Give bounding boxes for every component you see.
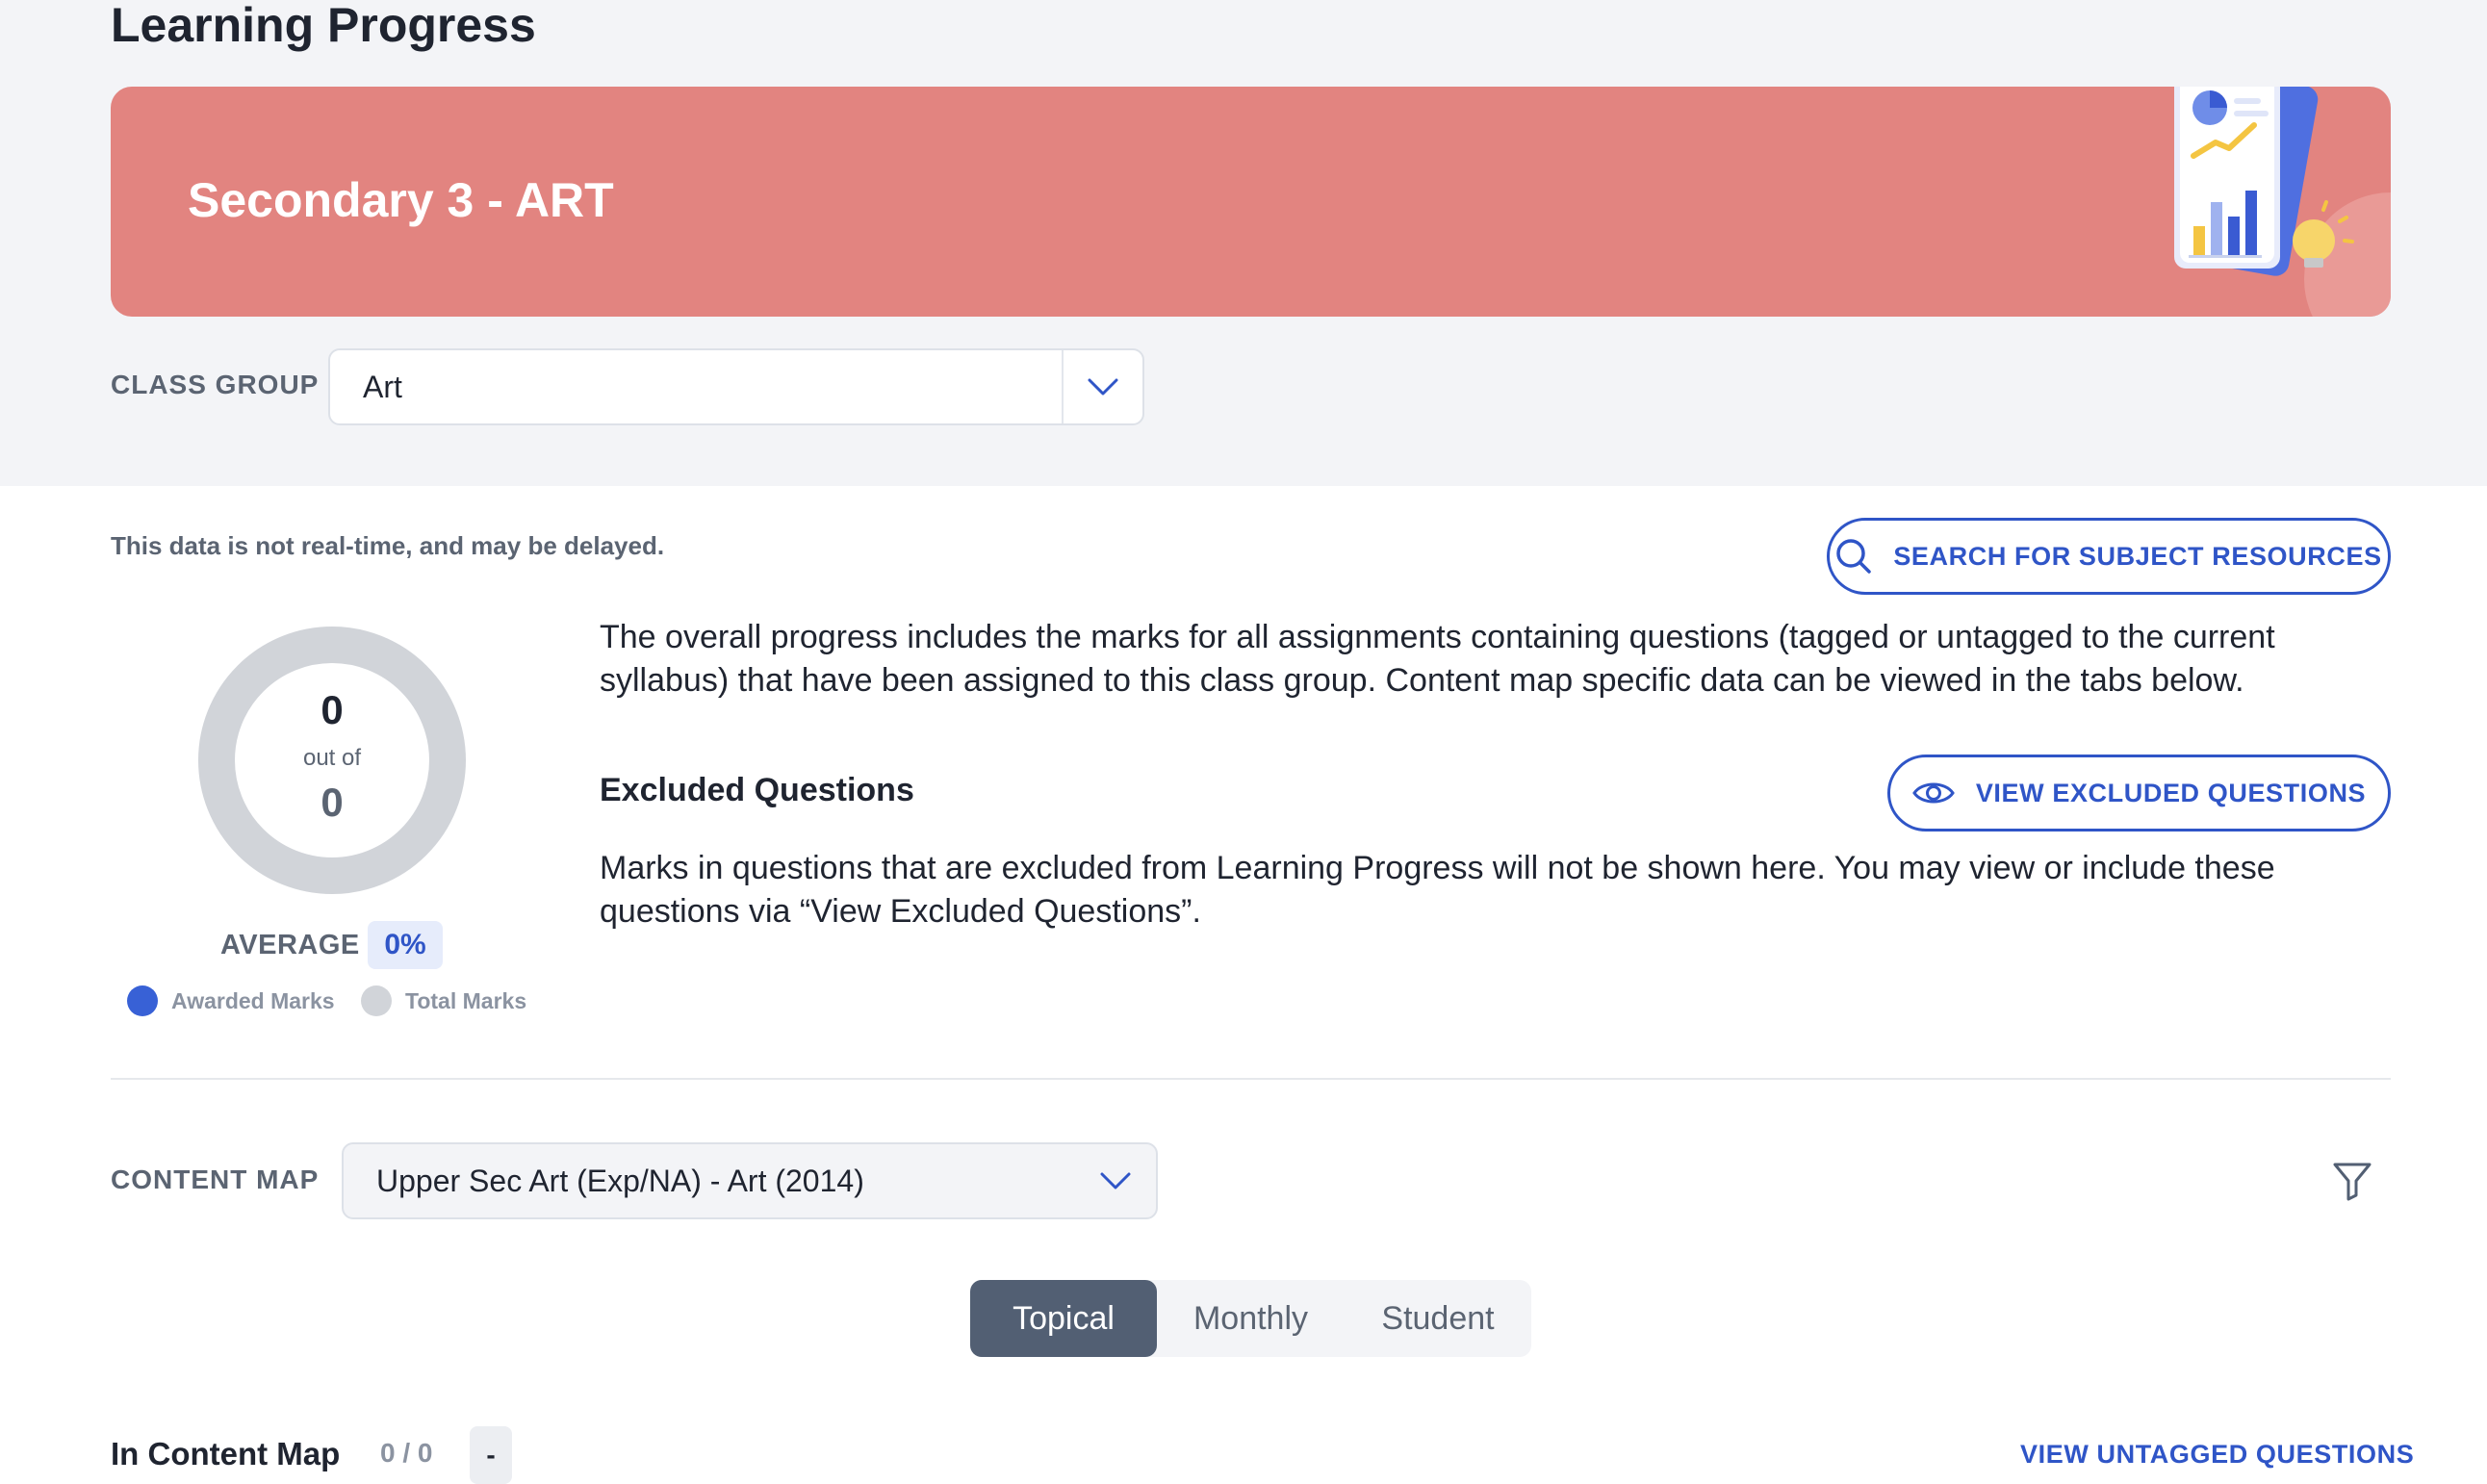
progress-donut: 0 out of 0	[197, 626, 467, 895]
page-title: Learning Progress	[111, 0, 536, 52]
excluded-questions-title: Excluded Questions	[600, 772, 914, 808]
chevron-down-icon[interactable]	[1075, 1144, 1156, 1217]
view-excluded-questions-button[interactable]: VIEW EXCLUDED QUESTIONS	[1887, 755, 2391, 832]
class-group-select[interactable]: Art	[328, 348, 1144, 425]
content-map-select[interactable]: Upper Sec Art (Exp/NA) - Art (2014)	[342, 1142, 1158, 1219]
awarded-marks-value: 0	[320, 687, 344, 732]
average-label: AVERAGE	[220, 930, 360, 960]
legend-awarded: Awarded Marks	[127, 985, 335, 1016]
overview-description: The overall progress includes the marks …	[600, 619, 2275, 699]
view-untagged-questions-link[interactable]: VIEW UNTAGGED QUESTIONS	[2020, 1440, 2414, 1470]
chevron-down-icon[interactable]	[1062, 350, 1142, 423]
total-marks-value: 0	[320, 780, 344, 825]
total-dot-icon	[361, 985, 392, 1016]
legend-total-label: Total Marks	[405, 987, 527, 1013]
banner-title: Secondary 3 - ART	[188, 173, 614, 227]
awarded-dot-icon	[127, 985, 158, 1016]
average-badge: 0%	[368, 921, 443, 969]
filter-icon[interactable]	[2331, 1160, 2373, 1202]
in-content-map-badge: -	[470, 1426, 512, 1484]
tab-topical[interactable]: Topical	[970, 1280, 1157, 1357]
view-tabs: Topical Monthly Student	[970, 1280, 1531, 1357]
search-subject-resources-button[interactable]: SEARCH FOR SUBJECT RESOURCES	[1827, 518, 2391, 595]
tab-monthly[interactable]: Monthly	[1157, 1280, 1345, 1357]
subject-banner: Secondary 3 - ART	[111, 87, 2391, 317]
search-subject-resources-label: SEARCH FOR SUBJECT RESOURCES	[1893, 541, 2382, 571]
section-divider	[111, 1078, 2391, 1080]
legend-total: Total Marks	[361, 985, 526, 1016]
in-content-map-count: 0 / 0	[380, 1438, 433, 1468]
content-map-label: CONTENT MAP	[111, 1164, 320, 1194]
class-group-value: Art	[363, 369, 402, 404]
in-content-map-title: In Content Map	[111, 1436, 341, 1471]
eye-icon	[1912, 782, 1955, 804]
report-illustration-icon	[2174, 87, 2391, 317]
search-icon	[1836, 539, 1872, 574]
data-delay-notice: This data is not real-time, and may be d…	[111, 531, 665, 560]
content-map-value: Upper Sec Art (Exp/NA) - Art (2014)	[376, 1163, 864, 1198]
tab-student[interactable]: Student	[1345, 1280, 1531, 1357]
excluded-questions-description: Marks in questions that are excluded fro…	[600, 850, 2275, 930]
view-excluded-questions-label: VIEW EXCLUDED QUESTIONS	[1975, 778, 2367, 807]
out-of-label: out of	[302, 745, 362, 771]
legend-awarded-label: Awarded Marks	[171, 987, 335, 1013]
class-group-label: CLASS GROUP	[111, 370, 320, 399]
